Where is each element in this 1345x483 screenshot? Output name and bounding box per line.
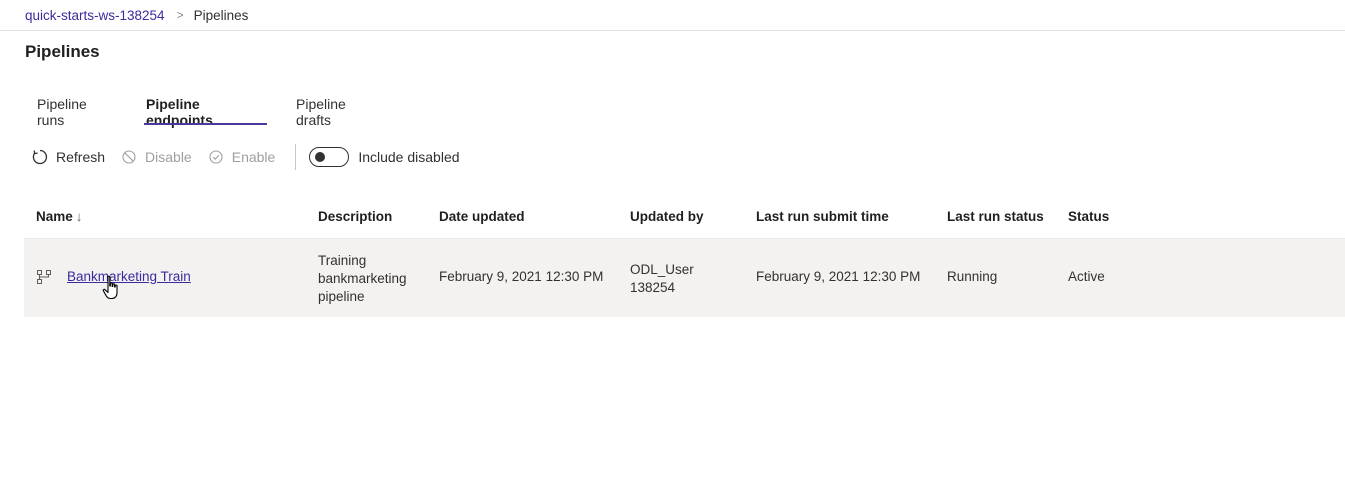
check-circle-icon [208,149,224,165]
header-divider [0,30,1345,31]
pipeline-name-link[interactable]: Bankmarketing Train [67,269,191,284]
selected-tab-indicator [144,123,267,125]
row-status: Active [1068,269,1105,284]
pipeline-icon [36,269,52,285]
row-date-updated: February 9, 2021 12:30 PM [439,269,604,284]
page-title: Pipelines [25,42,100,61]
row-last-run-status: Running [947,269,998,284]
tab-pipeline-runs[interactable]: Pipeline runs [37,94,87,128]
sort-descending-icon: ↓ [75,209,83,224]
column-header-last-run-submit-time[interactable]: Last run submit time [756,209,889,224]
pipelines-page: quick-starts-ws-138254 > Pipelines Pipel… [0,0,1345,483]
column-header-status[interactable]: Status [1068,209,1109,224]
block-icon [121,149,137,165]
column-header-last-run-status[interactable]: Last run status [947,209,1044,224]
refresh-label: Refresh [56,149,106,165]
tab-pipeline-endpoints[interactable]: Pipeline endpoints [146,94,213,128]
column-header-name[interactable]: Name ↓ [36,209,83,224]
hand-cursor-icon [102,275,124,303]
refresh-icon [32,149,48,165]
breadcrumb-current: Pipelines [193,7,249,23]
enable-button[interactable]: Enable [208,149,276,165]
tab-pipeline-drafts[interactable]: Pipeline drafts [296,94,346,128]
row-last-run-submit-time: February 9, 2021 12:30 PM [756,269,921,284]
column-header-date-updated[interactable]: Date updated [439,209,525,224]
pipeline-endpoints-table: Name ↓ Description Date updated Updated b… [24,200,1345,317]
row-updated-by: ODL_User 138254 [630,262,694,295]
column-header-updated-by[interactable]: Updated by [630,209,704,224]
table-header: Name ↓ Description Date updated Updated b… [24,200,1345,238]
breadcrumb: quick-starts-ws-138254 > Pipelines [25,6,248,24]
column-header-description[interactable]: Description [318,209,392,224]
enable-label: Enable [231,149,276,165]
include-disabled-toggle[interactable] [309,147,350,167]
table-row[interactable]: Bankmarketing Train Training bankmarketi… [24,239,1345,317]
toggle-knob [315,152,326,162]
disable-button[interactable]: Disable [121,149,192,165]
toolbar: Refresh Disable Enable Include disabled [32,144,460,170]
row-description: Training bankmarketing pipeline [318,253,407,304]
toolbar-divider [295,144,297,170]
breadcrumb-workspace-link[interactable]: quick-starts-ws-138254 [25,8,165,23]
column-header-name-label: Name [36,209,73,224]
include-disabled-label: Include disabled [358,149,460,165]
refresh-button[interactable]: Refresh [32,149,105,165]
disable-label: Disable [145,149,192,165]
breadcrumb-separator: > [176,8,184,22]
